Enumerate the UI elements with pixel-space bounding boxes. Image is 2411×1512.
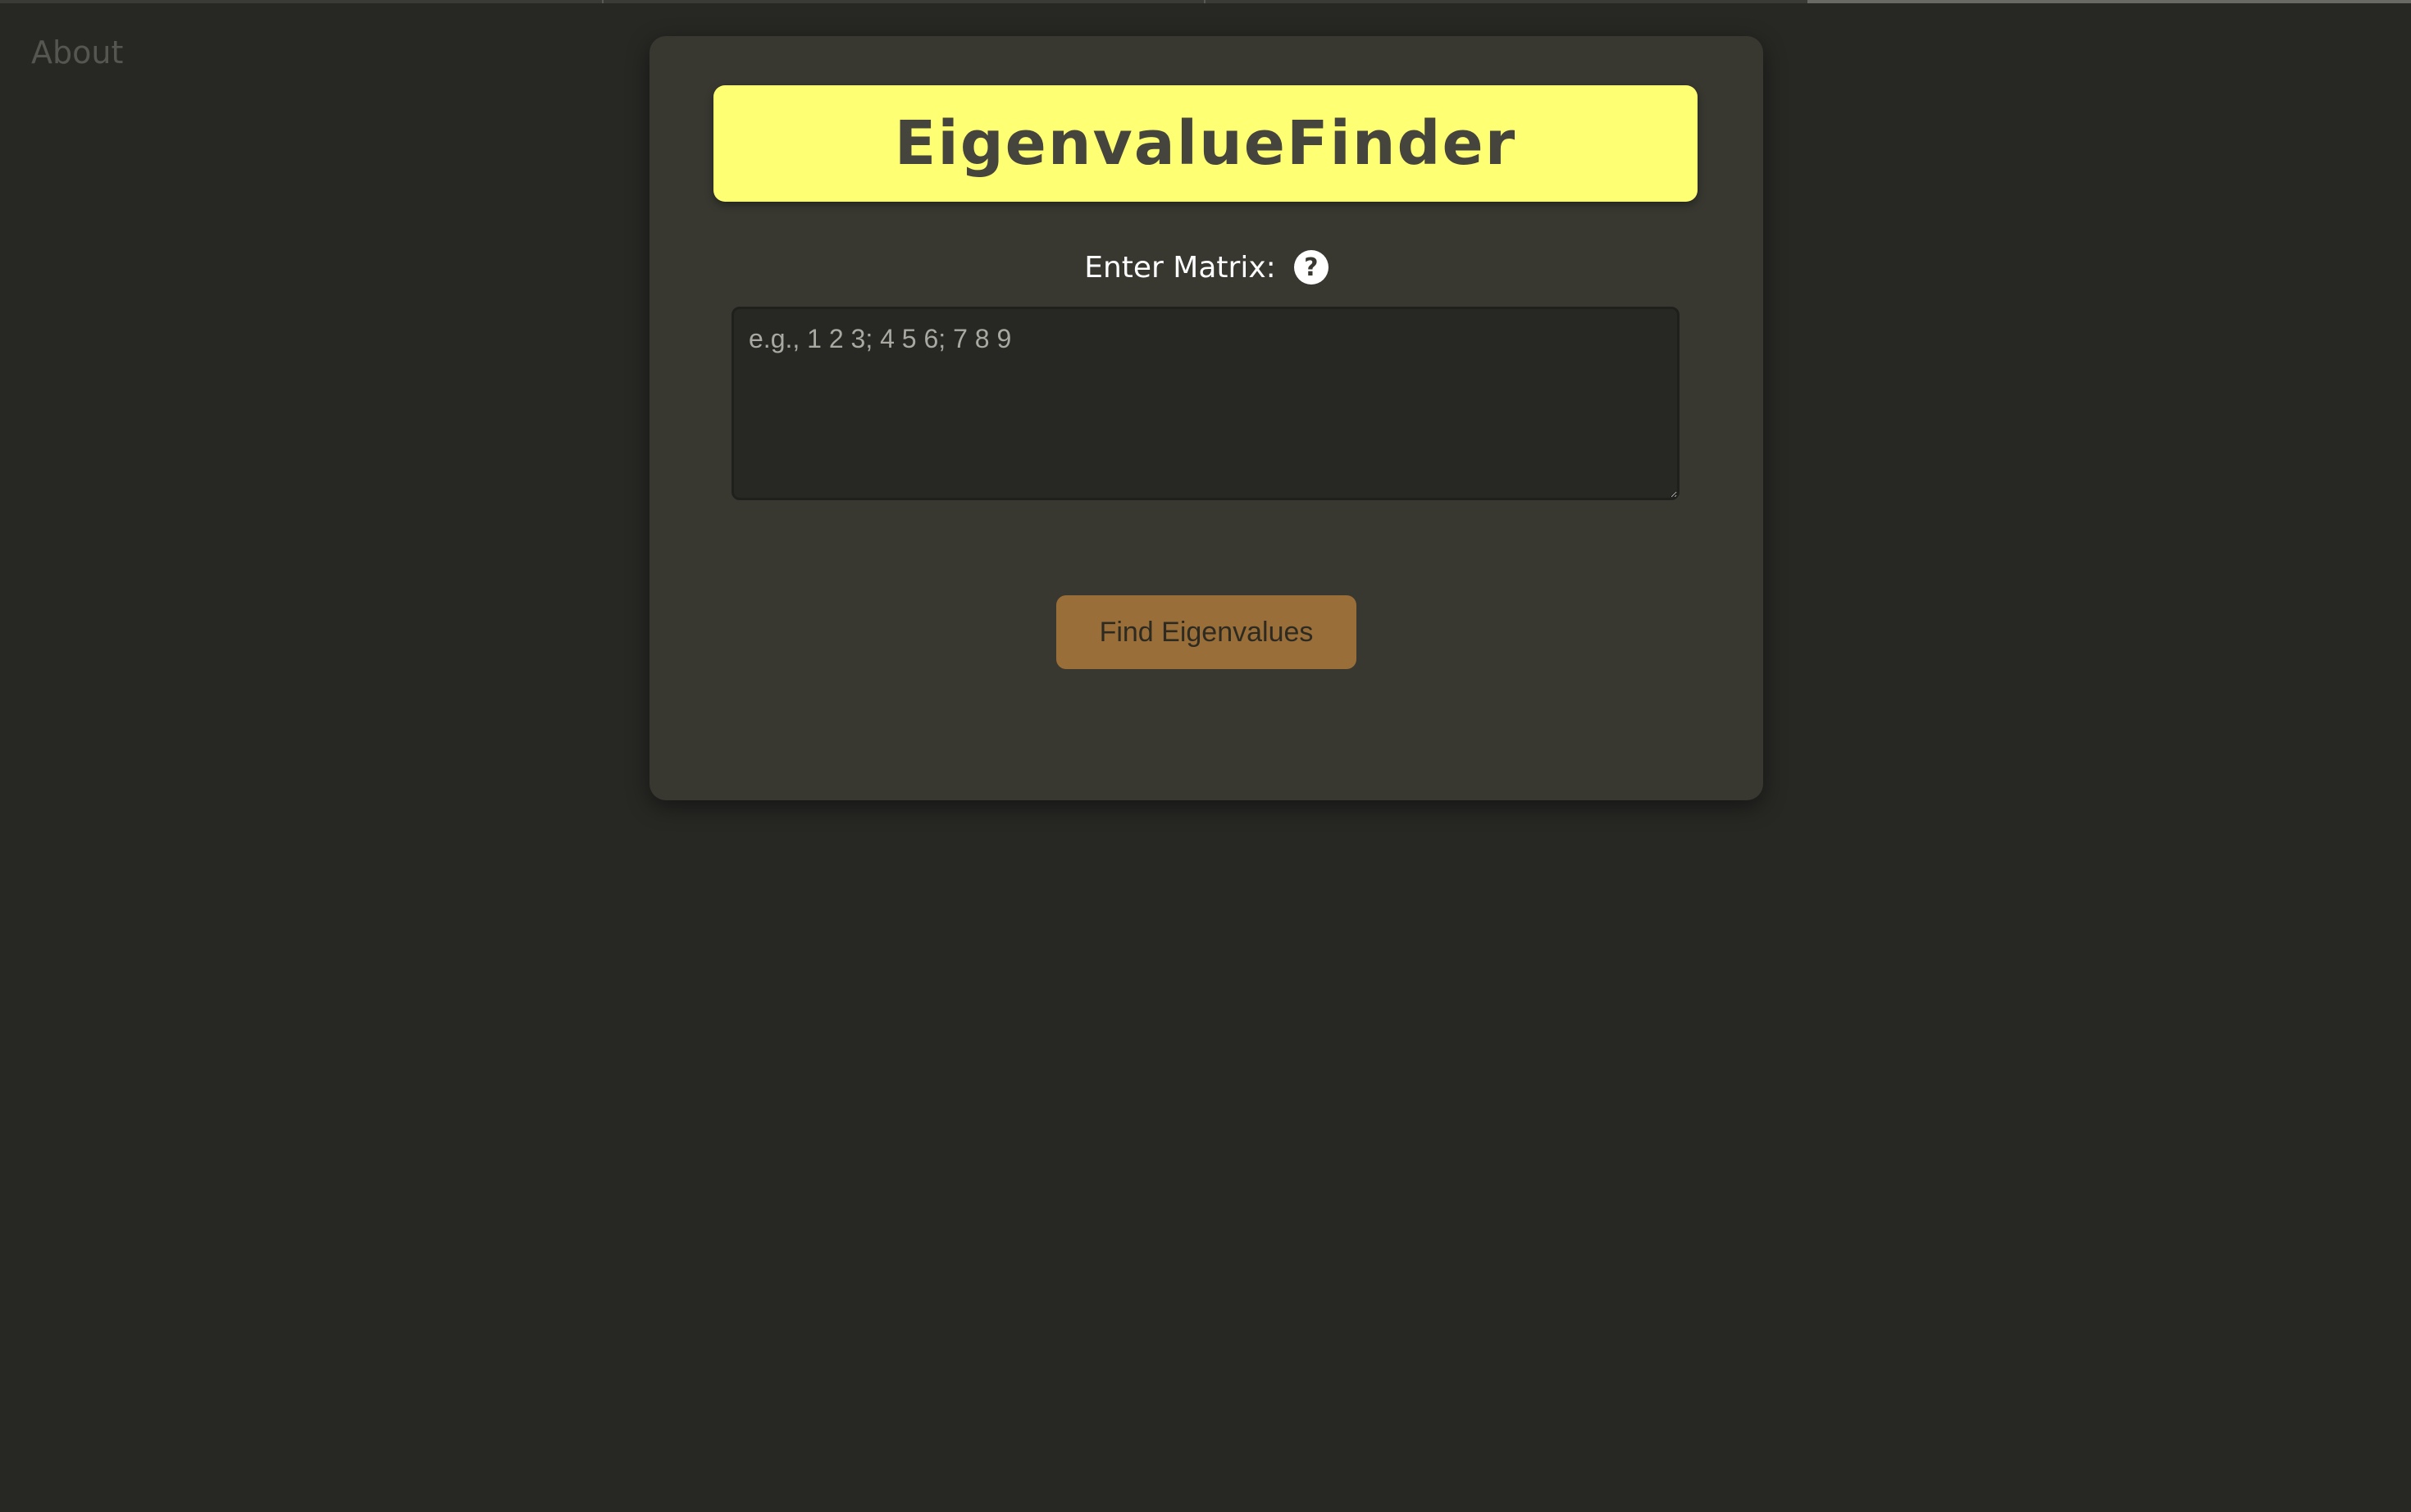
title-banner: EigenvalueFinder xyxy=(713,85,1698,202)
strip-divider xyxy=(602,0,604,3)
help-icon[interactable]: ? xyxy=(1293,250,1329,285)
matrix-input[interactable] xyxy=(732,307,1679,500)
top-progress-strip xyxy=(0,0,2411,3)
matrix-label: Enter Matrix: xyxy=(1084,250,1276,285)
matrix-label-row: Enter Matrix: ? xyxy=(649,244,1763,290)
page-title: EigenvalueFinder xyxy=(894,108,1517,179)
about-link[interactable]: About xyxy=(31,34,123,71)
strip-divider xyxy=(1204,0,1206,3)
find-eigenvalues-button[interactable]: Find Eigenvalues xyxy=(1056,595,1356,669)
strip-active-segment xyxy=(1807,0,2411,3)
main-card: EigenvalueFinder Enter Matrix: ? Find Ei… xyxy=(649,36,1763,800)
